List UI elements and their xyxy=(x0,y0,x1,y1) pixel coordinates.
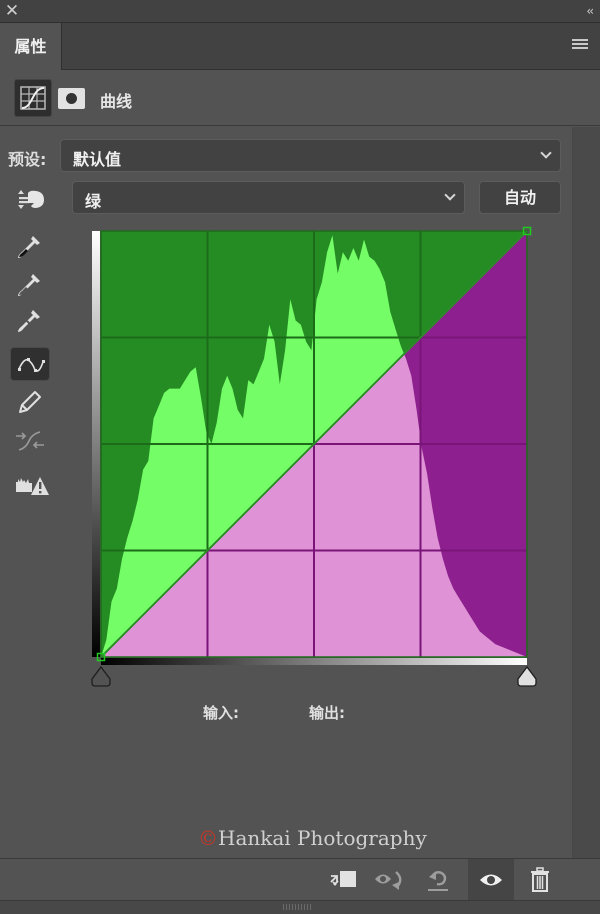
channel-dropdown[interactable]: 绿 xyxy=(72,181,465,214)
tab-bar: 属性 xyxy=(0,23,600,70)
close-icon[interactable]: ✕ xyxy=(4,2,20,20)
on-image-adjust-icon xyxy=(18,190,44,209)
watermark-text: Hankai Photography xyxy=(218,826,427,850)
curve-graph[interactable] xyxy=(88,226,538,688)
pencil-draw-icon xyxy=(19,391,41,413)
gray-point-eyedropper-icon xyxy=(18,274,40,296)
white-point-eyedropper-button[interactable] xyxy=(10,304,50,338)
pencil-button[interactable] xyxy=(10,386,50,420)
reset-defaults-icon xyxy=(428,871,448,891)
adjustment-header: 曲线 xyxy=(0,70,600,126)
black-point-eyedropper-button[interactable] xyxy=(10,230,50,264)
clipping-warning-button[interactable] xyxy=(10,468,50,502)
collapse-panel-icon[interactable]: ‹‹ xyxy=(586,2,593,20)
smooth-curve-button xyxy=(10,424,50,458)
smooth-curve-icon xyxy=(16,431,44,451)
curve-graph-svg[interactable] xyxy=(88,226,538,688)
reset-defaults-button[interactable] xyxy=(415,859,461,901)
chevron-down-icon xyxy=(540,147,552,159)
clipping-warning-icon xyxy=(16,477,49,495)
scrollbar[interactable] xyxy=(572,127,600,858)
input-label: 输入: xyxy=(203,704,239,722)
panel-title-bar: ✕ ‹‹ xyxy=(0,0,600,23)
watermark: ©Hankai Photography xyxy=(198,826,427,850)
delete-button[interactable] xyxy=(517,859,563,901)
view-previous-state-button[interactable] xyxy=(367,859,413,901)
delete-icon xyxy=(531,867,549,892)
hamburger-menu-icon[interactable] xyxy=(572,39,588,53)
output-label: 输出: xyxy=(309,704,345,722)
preset-label: 预设: xyxy=(8,150,47,169)
chevron-down-icon xyxy=(444,189,456,201)
clip-to-layer-icon xyxy=(330,871,356,887)
curves-adjustment-icon[interactable] xyxy=(14,79,52,117)
on-image-adjust-button[interactable] xyxy=(10,183,50,217)
adjustment-title: 曲线 xyxy=(100,92,133,111)
preset-value: 默认值 xyxy=(73,150,122,169)
view-previous-state-icon xyxy=(375,871,402,890)
panel-footer xyxy=(0,900,600,914)
bottom-toolbar xyxy=(0,858,600,901)
black-point-eyedropper-icon xyxy=(18,236,40,258)
black-point-slider[interactable] xyxy=(91,665,111,687)
edit-points-curve-icon xyxy=(18,358,45,372)
tab-properties[interactable]: 属性 xyxy=(0,23,62,70)
input-gradient-bar xyxy=(101,658,527,665)
clip-to-layer-button[interactable] xyxy=(320,859,366,901)
white-point-slider[interactable] xyxy=(517,665,537,687)
toggle-visibility-button[interactable] xyxy=(468,859,514,901)
edit-points-button[interactable] xyxy=(10,347,50,381)
resize-grip[interactable] xyxy=(283,904,313,910)
gray-point-eyedropper-button[interactable] xyxy=(10,268,50,302)
copyright-symbol: © xyxy=(198,826,218,850)
channel-value: 绿 xyxy=(85,192,102,211)
output-gradient-bar xyxy=(92,231,100,657)
layer-mask-icon[interactable] xyxy=(58,88,85,109)
auto-button[interactable]: 自动 xyxy=(479,181,561,214)
preset-dropdown[interactable]: 默认值 xyxy=(60,139,561,172)
toggle-visibility-icon xyxy=(480,874,502,886)
white-point-eyedropper-icon xyxy=(18,310,40,332)
